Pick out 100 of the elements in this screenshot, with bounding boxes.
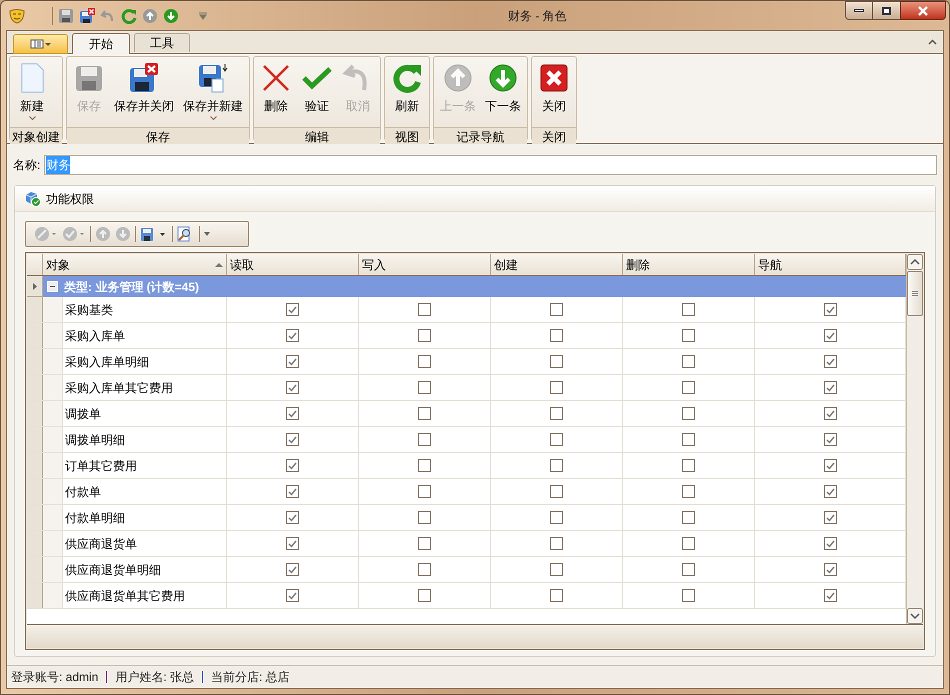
checkbox[interactable] [418, 537, 431, 550]
ribbon-tab[interactable]: 开始 [72, 33, 130, 54]
find-icon[interactable] [177, 226, 193, 242]
checkbox[interactable] [824, 381, 836, 394]
checkbox[interactable] [682, 303, 695, 316]
checkbox[interactable] [682, 485, 695, 498]
checkbox[interactable] [418, 407, 431, 420]
close-button[interactable] [900, 1, 946, 20]
checkbox[interactable] [824, 459, 836, 472]
checkbox[interactable] [682, 589, 695, 602]
checkbox[interactable] [550, 303, 563, 316]
checkbox[interactable] [682, 459, 695, 472]
checkbox[interactable] [550, 329, 563, 342]
checkbox[interactable] [824, 563, 836, 576]
refresh-icon[interactable] [121, 8, 137, 24]
checkbox[interactable] [682, 511, 695, 524]
table-cell: 采购入库单明细 [63, 349, 227, 374]
toolbar-options-icon[interactable] [204, 232, 210, 236]
checkbox[interactable] [550, 433, 563, 446]
checkbox[interactable] [286, 303, 299, 316]
collapse-toggle[interactable] [47, 281, 58, 292]
save-icon[interactable] [58, 8, 74, 24]
checkbox[interactable] [550, 485, 563, 498]
checkbox[interactable] [418, 563, 431, 576]
app-logo-icon[interactable] [8, 8, 26, 24]
checkbox[interactable] [682, 407, 695, 420]
checkbox[interactable] [286, 563, 299, 576]
checkbox[interactable] [682, 433, 695, 446]
table-cell: 调拨单 [63, 401, 227, 426]
checkbox[interactable] [418, 459, 431, 472]
checkbox[interactable] [418, 589, 431, 602]
checkbox[interactable] [682, 563, 695, 576]
checkbox[interactable] [824, 511, 836, 524]
checkbox[interactable] [418, 485, 431, 498]
checkbox[interactable] [286, 329, 299, 342]
column-header[interactable]: 读取 [227, 254, 359, 275]
ribbon-button[interactable]: 验证 [297, 57, 337, 127]
ribbon-button[interactable]: 新建 [12, 57, 52, 127]
checkbox[interactable] [550, 563, 563, 576]
checkbox[interactable] [286, 511, 299, 524]
minimize-button[interactable] [845, 1, 873, 20]
ribbon-button[interactable]: 删除 [256, 57, 296, 127]
scrollbar-thumb[interactable] [907, 271, 923, 316]
customize-dropdown-icon[interactable] [198, 12, 208, 20]
close-icon [538, 62, 570, 94]
checkbox[interactable] [824, 303, 836, 316]
checkbox[interactable] [682, 355, 695, 368]
checkbox[interactable] [418, 355, 431, 368]
checkbox[interactable] [550, 589, 563, 602]
checkbox[interactable] [286, 459, 299, 472]
column-header[interactable]: 对象 [43, 254, 227, 275]
checkbox[interactable] [550, 407, 563, 420]
checkbox[interactable] [550, 459, 563, 472]
group-label: 关闭 [532, 127, 576, 144]
checkbox[interactable] [418, 511, 431, 524]
ribbon-button[interactable]: 关闭 [534, 57, 574, 127]
checkbox[interactable] [286, 433, 299, 446]
table-cell: 订单其它费用 [63, 453, 227, 478]
column-header[interactable]: 创建 [491, 254, 623, 275]
checkbox[interactable] [550, 537, 563, 550]
checkbox[interactable] [824, 537, 836, 550]
column-header[interactable]: 写入 [359, 254, 491, 275]
checkbox[interactable] [418, 381, 431, 394]
window-title: 财务 - 角色 [508, 8, 567, 25]
checkbox[interactable] [824, 329, 836, 342]
checkbox[interactable] [824, 433, 836, 446]
table-cell: 采购基类 [63, 297, 227, 322]
vertical-scrollbar[interactable] [906, 254, 923, 624]
ribbon-button[interactable]: 刷新 [387, 57, 427, 127]
checkbox[interactable] [682, 537, 695, 550]
ribbon-button[interactable]: 保存并关闭 [110, 57, 178, 127]
checkbox[interactable] [418, 433, 431, 446]
checkbox[interactable] [286, 355, 299, 368]
column-header[interactable]: 删除 [623, 254, 755, 275]
checkbox[interactable] [418, 303, 431, 316]
collapse-ribbon-icon[interactable] [928, 39, 937, 45]
checkbox[interactable] [286, 407, 299, 420]
scroll-up-icon[interactable] [907, 254, 923, 270]
ribbon-button[interactable]: 保存并新建 [179, 57, 247, 127]
maximize-button[interactable] [873, 1, 900, 20]
checkbox[interactable] [286, 485, 299, 498]
save-close-icon[interactable] [79, 8, 95, 24]
application-menu-button[interactable] [13, 34, 68, 54]
check-icon[interactable] [62, 226, 86, 242]
checkbox[interactable] [824, 589, 836, 602]
checkbox[interactable] [550, 355, 563, 368]
checkbox[interactable] [286, 537, 299, 550]
checkbox[interactable] [286, 589, 299, 602]
checkbox[interactable] [824, 485, 836, 498]
checkbox[interactable] [824, 407, 836, 420]
scroll-down-icon[interactable] [907, 608, 923, 624]
checkbox[interactable] [682, 329, 695, 342]
checkbox[interactable] [550, 381, 563, 394]
checkbox[interactable] [418, 329, 431, 342]
ribbon-tab[interactable]: 工具 [134, 33, 190, 52]
ribbon-button[interactable]: 下一条 [481, 57, 525, 127]
checkbox[interactable] [550, 511, 563, 524]
checkbox[interactable] [824, 355, 836, 368]
checkbox[interactable] [286, 381, 299, 394]
checkbox[interactable] [682, 381, 695, 394]
